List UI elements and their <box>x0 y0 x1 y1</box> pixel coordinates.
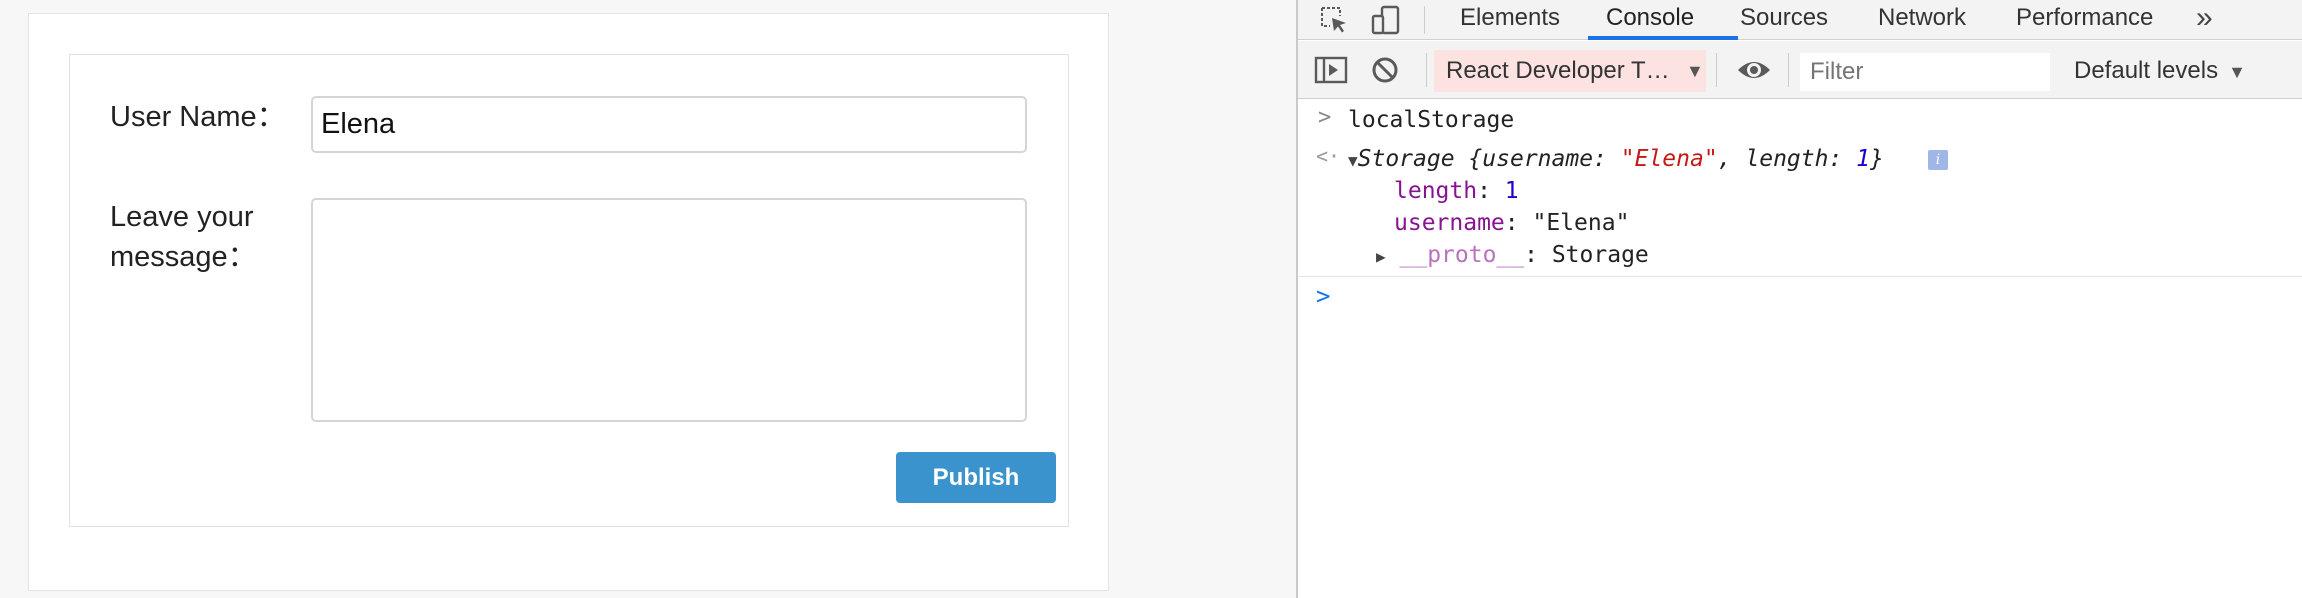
devtools-tabbar: Elements Console Sources Network Perform… <box>1298 0 2302 40</box>
console-prompt-icon[interactable]: > <box>1316 282 1330 310</box>
toolbar-separator <box>1788 53 1789 87</box>
info-icon[interactable]: i <box>1928 150 1948 170</box>
devtools-panel: Elements Console Sources Network Perform… <box>1296 0 2302 598</box>
console-output[interactable]: > localStorage <· ▼Storage {username: "E… <box>1298 100 2302 598</box>
active-tab-indicator <box>1588 36 1738 40</box>
expanded-triangle-icon[interactable]: ▼ <box>1348 151 1358 170</box>
username-label: User Name： <box>110 101 286 133</box>
device-toolbar-icon[interactable] <box>1370 4 1402 36</box>
storage-property-proto[interactable]: ▶ __proto__: Storage <box>1376 240 1649 272</box>
message-textarea[interactable] <box>311 198 1027 422</box>
tab-sources[interactable]: Sources <box>1740 0 1828 40</box>
message-form: User Name： Leave your message： Publish <box>69 54 1069 527</box>
inspect-element-icon[interactable] <box>1318 4 1350 36</box>
console-divider <box>1298 276 2302 277</box>
execution-context-select[interactable]: React Developer T… ▼ <box>1434 50 1706 92</box>
console-input-line: localStorage <box>1348 107 1515 133</box>
web-page: User Name： Leave your message： Publish <box>0 0 1296 598</box>
message-label: Leave your message： <box>110 201 257 273</box>
storage-object-summary[interactable]: ▼Storage {username: "Elena", length: 1} <box>1348 144 1884 176</box>
tab-elements[interactable]: Elements <box>1460 0 1560 40</box>
toolbar-separator <box>1426 53 1427 87</box>
storage-property-length: length: 1 <box>1394 178 1519 204</box>
toolbar-separator <box>1424 6 1425 34</box>
dropdown-arrow-icon: ▼ <box>2228 62 2246 82</box>
sidebar-toggle-icon[interactable] <box>1314 55 1348 85</box>
tab-network[interactable]: Network <box>1878 0 1966 40</box>
live-expression-icon[interactable] <box>1736 55 1772 85</box>
execution-context-label: React Developer T… <box>1446 57 1670 84</box>
log-levels-select[interactable]: Default levels ▼ <box>2074 50 2246 92</box>
result-arrow-icon: <· <box>1316 144 1341 168</box>
console-filter-input[interactable] <box>1800 53 2050 91</box>
storage-property-username: username: "Elena" <box>1394 210 1630 236</box>
console-toolbar: React Developer T… ▼ Default levels ▼ <box>1298 41 2302 99</box>
tab-performance[interactable]: Performance <box>2016 0 2153 40</box>
dropdown-arrow-icon: ▼ <box>1686 61 1704 81</box>
username-input[interactable] <box>311 96 1027 153</box>
clear-console-icon[interactable] <box>1370 55 1400 85</box>
collapsed-triangle-icon[interactable]: ▶ <box>1376 247 1386 266</box>
publish-button[interactable]: Publish <box>896 452 1056 503</box>
page-card: User Name： Leave your message： Publish <box>28 13 1109 591</box>
log-levels-label: Default levels <box>2074 57 2219 84</box>
toolbar-separator <box>1716 53 1717 87</box>
more-tabs-icon[interactable]: » <box>2196 2 2213 34</box>
input-prompt-icon: > <box>1318 105 1332 130</box>
tab-console[interactable]: Console <box>1606 0 1694 40</box>
